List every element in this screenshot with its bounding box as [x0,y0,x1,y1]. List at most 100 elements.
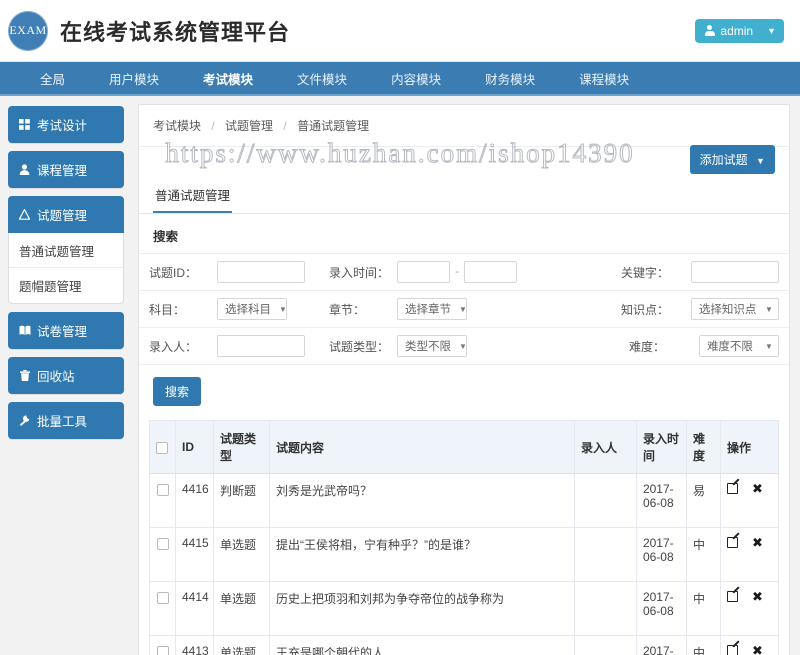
breadcrumb-separator: / [283,119,287,133]
cell-actions: ✖ [719,635,779,655]
close-icon[interactable]: ✖ [752,536,763,549]
table-row[interactable]: 4414 单选题 历史上把项羽和刘邦为争夺帝位的战争称为 2017-06-08 … [149,581,779,636]
sidebar-item-batch-tools[interactable]: 批量工具 [8,402,124,439]
sidebar-subitem-label: 普通试题管理 [19,244,95,259]
sidebar-item-paper-management[interactable]: 试卷管理 [8,312,124,349]
edit-icon[interactable] [726,537,738,548]
search-submit-row: 搜索 [139,364,789,420]
breadcrumb-item-1[interactable]: 试题管理 [225,119,273,133]
difficulty-label: 难度： [628,339,665,354]
close-icon[interactable]: ✖ [752,644,763,655]
chevron-down-icon: ▼ [459,304,467,314]
cell-difficulty: 中 [685,635,721,655]
sidebar-item-course-management[interactable]: 课程管理 [8,151,124,188]
search-row-2: 科目： 选择科目 ▼ 章节： 选择章节 ▼ 知识点： 选择知识点 ▼ [139,290,789,327]
breadcrumb-separator: / [211,119,215,133]
checkbox-icon[interactable] [156,591,169,604]
user-menu-button[interactable]: admin ▼ [695,18,784,43]
logo-text: EXAM [9,23,47,37]
checkbox-icon[interactable] [156,441,168,454]
body-wrapper: 考试设计 课程管理 试题管理 普通试题管理 题帽题管理 试卷管理 回收站 批量工… [0,96,800,655]
entry-time-start-input[interactable] [397,261,451,283]
question-id-label: 试题ID： [149,265,198,280]
nav-item-course[interactable]: 课程模块 [557,62,651,94]
knowledge-point-select-value: 选择知识点 [698,304,757,316]
nav-item-content[interactable]: 内容模块 [369,62,463,94]
close-icon[interactable]: ✖ [752,590,763,603]
author-label: 录入人： [149,339,198,354]
table-row[interactable]: 4413 单选题 王充是哪个朝代的人 2017-06-08 中 ✖ [149,635,779,655]
subject-label: 科目： [149,302,186,317]
checkbox-icon[interactable] [156,483,169,496]
cell-type: 判断题 [213,473,270,528]
checkbox-icon[interactable] [156,645,169,655]
difficulty-select-value: 难度不限 [706,341,753,353]
close-icon[interactable]: ✖ [752,482,763,495]
knowledge-point-select[interactable]: 选择知识点 ▼ [690,298,779,320]
book-icon [18,325,31,336]
keyword-input[interactable] [690,261,779,283]
user-icon [704,25,715,36]
row-checkbox-cell[interactable] [149,581,176,636]
search-row-3: 录入人： 试题类型： 类型不限 ▼ 难度： 难度不限 ▼ [139,327,789,364]
sidebar-item-label: 批量工具 [37,415,88,429]
entry-time-end-input[interactable] [463,261,517,283]
sidebar-item-label: 试题管理 [37,209,88,223]
select-all-header[interactable] [149,420,176,474]
question-table: ID 试题类型 试题内容 录入人 录入时间 难度 操作 4416 判断题 刘秀是… [149,420,779,655]
checkbox-icon[interactable] [156,537,169,550]
sidebar-subitem-cap-questions[interactable]: 题帽题管理 [9,268,123,303]
cell-difficulty: 中 [685,527,721,582]
page-root: EXAM 在线考试系统管理平台 admin ▼ 全局 用户模块 考试模块 文件模… [0,0,800,655]
chevron-down-icon: ▼ [767,25,776,36]
chapter-select[interactable]: 选择章节 ▼ [397,298,467,320]
question-id-input[interactable] [217,261,305,283]
add-question-label: 添加试题 [699,153,748,167]
table-row[interactable]: 4415 单选题 提出“王侯将相，宁有种乎？”的是谁？ 2017-06-08 中… [149,527,779,582]
cell-author [573,581,637,636]
sidebar-subitem-normal-questions[interactable]: 普通试题管理 [9,233,123,268]
sidebar-item-recycle-bin[interactable]: 回收站 [8,357,124,394]
breadcrumb-item-0[interactable]: 考试模块 [153,119,201,133]
edit-icon[interactable] [726,645,738,655]
row-checkbox-cell[interactable] [149,473,176,528]
subject-select-value: 选择科目 [225,304,271,316]
nav-item-finance[interactable]: 财务模块 [463,62,557,94]
table-row[interactable]: 4416 判断题 刘秀是光武帝吗？ 2017-06-08 易 ✖ [149,473,779,528]
search-section-title: 搜索 [153,230,179,244]
header-time: 录入时间 [635,420,687,474]
author-input[interactable] [217,335,305,357]
nav-item-global[interactable]: 全局 [18,62,87,94]
tab-normal-questions[interactable]: 普通试题管理 [153,181,233,213]
edit-icon[interactable] [726,591,738,602]
edit-icon[interactable] [726,483,738,494]
cell-actions: ✖ [719,473,779,528]
chapter-select-value: 选择章节 [405,304,451,316]
main-nav: 全局 用户模块 考试模块 文件模块 内容模块 财务模块 课程模块 [0,62,800,96]
chevron-down-icon: ▼ [756,156,765,166]
cell-difficulty: 中 [685,581,721,636]
main-content: 考试模块 / 试题管理 / 普通试题管理 普通试题管理 添加试题 ▼ 搜索 试题… [130,96,800,655]
cell-time: 2017-06-08 [635,635,687,655]
nav-label: 考试模块 [203,72,254,87]
difficulty-select[interactable]: 难度不限 ▼ [698,335,779,357]
sidebar-item-question-management[interactable]: 试题管理 [8,196,124,233]
row-checkbox-cell[interactable] [149,527,176,582]
row-checkbox-cell[interactable] [149,635,176,655]
cell-content: 提出“王侯将相，宁有种乎？”的是谁？ [269,527,575,582]
cell-time: 2017-06-08 [635,581,687,636]
nav-item-user[interactable]: 用户模块 [87,62,181,94]
sidebar-item-exam-design[interactable]: 考试设计 [8,106,124,143]
question-type-select[interactable]: 类型不限 ▼ [397,335,467,357]
triangle-alert-icon [18,209,31,220]
subject-select[interactable]: 选择科目 ▼ [217,298,287,320]
page-title: 在线考试系统管理平台 [60,19,291,45]
search-button[interactable]: 搜索 [153,377,202,406]
add-question-button[interactable]: 添加试题 ▼ [689,145,775,174]
nav-item-file[interactable]: 文件模块 [275,62,369,94]
nav-item-exam[interactable]: 考试模块 [181,62,275,94]
header-id: ID [175,420,214,474]
sidebar-item-label: 回收站 [37,370,75,384]
table-body: 4416 判断题 刘秀是光武帝吗？ 2017-06-08 易 ✖ 4415 单选… [149,473,779,655]
cell-type: 单选题 [213,527,270,582]
